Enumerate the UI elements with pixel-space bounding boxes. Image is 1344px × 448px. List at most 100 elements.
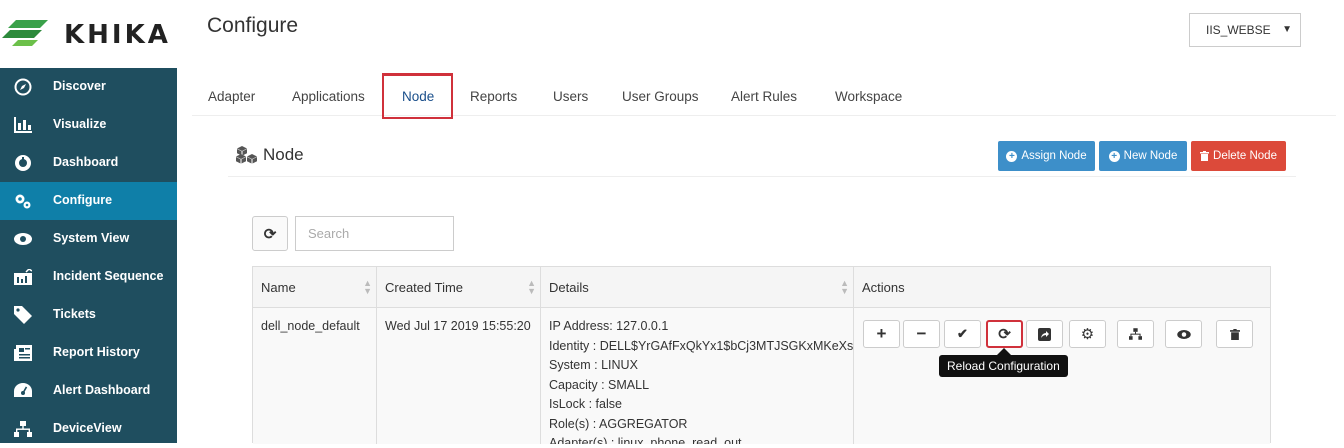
khika-logo-icon	[2, 20, 48, 46]
tab-alert-rules[interactable]: Alert Rules	[731, 89, 797, 104]
workspace-select[interactable]: IIS_WEBSE ▼	[1189, 13, 1301, 47]
sidebar-item-label: DeviceView	[53, 421, 122, 435]
eye-icon	[1176, 329, 1191, 339]
tab-users[interactable]: Users	[553, 89, 588, 104]
section-heading: Node	[236, 145, 304, 165]
add-action-button[interactable]: +	[863, 320, 900, 348]
cell-created-time: Wed Jul 17 2019 15:55:20	[377, 308, 541, 444]
compass-icon	[14, 78, 32, 96]
detail-line: Identity : DELL$YrGAfFxQkYx1$bCj3MTJSGKx…	[549, 338, 854, 353]
delete-node-button[interactable]: Delete Node	[1191, 141, 1286, 171]
table-row: dell_node_default Wed Jul 17 2019 15:55:…	[253, 308, 1270, 444]
sidebar-item-discover[interactable]: Discover	[0, 68, 177, 106]
reload-configuration-tooltip: Reload Configuration	[939, 355, 1068, 377]
export-action-button[interactable]	[1026, 320, 1063, 348]
cell-details: IP Address: 127.0.0.1 Identity : DELL$Yr…	[541, 308, 854, 444]
detail-line: Capacity : SMALL	[549, 377, 650, 392]
trash-icon	[1229, 328, 1240, 340]
delete-node-label: Delete Node	[1213, 150, 1277, 162]
check-icon: ✔	[957, 326, 968, 341]
gear-icon: ⚙	[1080, 326, 1095, 343]
hierarchy-action-button[interactable]	[1117, 320, 1154, 348]
column-header-name[interactable]: Name ▲ ▼	[253, 267, 377, 308]
sidebar-item-visualize[interactable]: Visualize	[0, 106, 177, 144]
detail-line: Role(s) : AGGREGATOR	[549, 416, 688, 431]
new-node-button[interactable]: + New Node	[1099, 141, 1187, 171]
sidebar-item-label: Discover	[53, 79, 106, 93]
delete-action-button[interactable]	[1216, 320, 1253, 348]
dashboard-icon	[14, 155, 32, 171]
incident-chart-icon	[14, 269, 32, 285]
sidebar-item-label: System View	[53, 231, 130, 245]
tab-applications[interactable]: Applications	[292, 89, 365, 104]
sidebar-item-label: Tickets	[53, 307, 96, 321]
plus-circle-icon: +	[1006, 150, 1018, 162]
sidebar-item-label: Visualize	[53, 117, 107, 131]
plus-circle-icon: +	[1108, 150, 1120, 162]
detail-line: IsLock : false	[549, 397, 622, 411]
share-square-icon	[1038, 327, 1051, 341]
divider	[228, 176, 1296, 177]
tab-adapter[interactable]: Adapter	[208, 89, 255, 104]
search-input[interactable]	[295, 216, 454, 251]
sidebar-item-system-view[interactable]: System View	[0, 220, 177, 258]
tab-bar: Adapter Applications Node Reports Users …	[192, 72, 1336, 119]
column-header-details[interactable]: Details ▲ ▼	[541, 267, 854, 308]
refresh-icon: ⟳	[263, 225, 277, 243]
palette-icon	[14, 383, 32, 399]
newspaper-icon	[14, 345, 32, 361]
sidebar-item-label: Report History	[53, 345, 140, 359]
sidebar-item-configure[interactable]: Configure	[0, 182, 177, 220]
page-title: Configure	[207, 14, 299, 37]
tab-node[interactable]: Node	[402, 89, 434, 104]
sort-icon: ▲ ▼	[363, 278, 372, 296]
tab-user-groups[interactable]: User Groups	[622, 89, 699, 104]
approve-action-button[interactable]: ✔	[944, 320, 981, 348]
new-node-label: New Node	[1123, 150, 1178, 162]
refresh-button[interactable]: ⟳	[252, 216, 288, 251]
trash-icon	[1200, 151, 1210, 161]
detail-line: IP Address: 127.0.0.1	[549, 319, 669, 333]
assign-node-button[interactable]: + Assign Node	[998, 141, 1095, 171]
cubes-icon	[236, 146, 257, 164]
sidebar-item-deviceview[interactable]: DeviceView	[0, 410, 177, 448]
gears-icon	[14, 193, 32, 209]
sidebar-item-label: Incident Sequence	[53, 269, 164, 283]
cell-name: dell_node_default	[253, 308, 377, 444]
refresh-icon: ⟳	[998, 326, 1011, 343]
sidebar-item-tickets[interactable]: Tickets	[0, 296, 177, 334]
eye-icon	[14, 231, 32, 247]
logo[interactable]: KHIKA	[0, 0, 177, 68]
minus-icon: −	[916, 324, 927, 343]
settings-action-button[interactable]: ⚙	[1069, 320, 1106, 348]
table-header: Name ▲ ▼ Created Time ▲ ▼ Details ▲ ▼ Actio…	[253, 267, 1270, 308]
section-title: Node	[263, 145, 304, 164]
assign-node-label: Assign Node	[1021, 150, 1087, 162]
workspace-select-value: IIS_WEBSE	[1206, 23, 1271, 37]
sitemap-icon	[1129, 328, 1142, 340]
sidebar: Discover Visualize Dashboard Configure S…	[0, 68, 177, 443]
tag-icon	[14, 306, 32, 324]
sidebar-item-dashboard[interactable]: Dashboard	[0, 144, 177, 182]
tooltip-arrow	[997, 348, 1011, 355]
sitemap-icon	[14, 421, 32, 437]
bar-chart-icon	[14, 117, 32, 133]
sidebar-item-alert-dashboard[interactable]: Alert Dashboard	[0, 372, 177, 410]
sidebar-item-report-history[interactable]: Report History	[0, 334, 177, 372]
remove-action-button[interactable]: −	[903, 320, 940, 348]
view-action-button[interactable]	[1165, 320, 1202, 348]
sidebar-item-incident-sequence[interactable]: Incident Sequence	[0, 258, 177, 296]
tab-reports[interactable]: Reports	[470, 89, 517, 104]
detail-line: System : LINUX	[549, 358, 638, 372]
plus-icon: +	[876, 324, 887, 343]
column-header-created-time[interactable]: Created Time ▲ ▼	[377, 267, 541, 308]
tab-workspace[interactable]: Workspace	[835, 89, 902, 104]
reload-configuration-button[interactable]: ⟳	[986, 320, 1023, 348]
node-table: Name ▲ ▼ Created Time ▲ ▼ Details ▲ ▼ Actio…	[252, 266, 1271, 444]
sort-icon: ▲ ▼	[840, 278, 849, 296]
caret-down-icon: ▼	[1282, 24, 1292, 35]
sort-icon: ▲ ▼	[527, 278, 536, 296]
sidebar-item-label: Dashboard	[53, 155, 119, 169]
logo-text: KHIKA	[64, 20, 171, 50]
sidebar-item-label: Configure	[53, 193, 113, 207]
